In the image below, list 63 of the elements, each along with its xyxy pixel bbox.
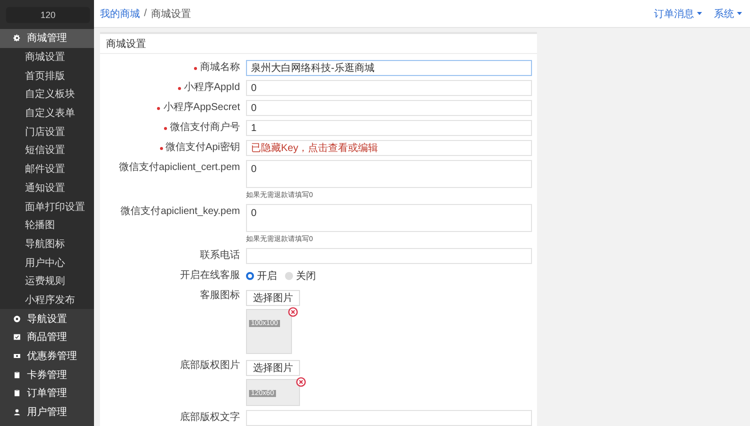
text-field[interactable]: 泉州大白网络科技-乐逛商城 [246, 60, 532, 76]
field-label: 微信支付apiclient_cert.pem [118, 162, 240, 174]
sidebar-subitem[interactable]: 商城设置 [0, 48, 94, 66]
text-area[interactable]: 0 [246, 204, 532, 232]
person-icon [13, 408, 21, 416]
checkbox-icon [13, 333, 21, 342]
field-label: 商城名称 [200, 62, 240, 74]
choose-image-button[interactable]: 选择图片 [246, 290, 300, 306]
gear-icon [13, 34, 21, 42]
text-field[interactable] [246, 248, 532, 264]
field-label: 底部版权图片 [180, 360, 240, 372]
sidebar-subitem[interactable]: 小程序发布 [0, 290, 94, 310]
text-area[interactable]: 0 [246, 160, 532, 188]
sidebar-subitem[interactable]: 运费规则 [0, 272, 94, 291]
header-menu[interactable]: 订单消息 [654, 6, 702, 20]
field-label: 联系电话 [200, 250, 240, 262]
breadcrumb-current: 商城设置 [150, 8, 191, 20]
field-label: 微信支付apiclient_key.pem [120, 206, 240, 218]
sidebar-item[interactable]: 订单管理 [0, 384, 94, 403]
sidebar-subitem[interactable]: 导航图标 [0, 234, 94, 254]
sidebar-subitem[interactable]: 用户中心 [0, 253, 94, 272]
sidebar-item[interactable]: 商城管理 [0, 29, 94, 48]
field-label: 客服图标 [200, 290, 240, 302]
sidebar-subitem[interactable]: 首页排版 [0, 66, 94, 86]
sidebar-item[interactable]: 优惠券管理 [0, 346, 94, 366]
sidebar-item[interactable]: 卡券管理 [0, 365, 94, 384]
text-field[interactable]: 0 [246, 100, 532, 116]
sidebar-subitem[interactable]: 轮播图 [0, 216, 94, 235]
sidebar-item[interactable]: 商品管理 [0, 328, 94, 347]
field-label: 开启在线客服 [180, 270, 240, 282]
header-menu[interactable]: 系统 [714, 6, 742, 20]
sidebar-item[interactable]: 用户管理 [0, 402, 94, 422]
text-field[interactable]: 0 [246, 80, 532, 96]
sidebar-subitem[interactable]: 自定义表单 [0, 104, 94, 122]
choose-image-button[interactable]: 选择图片 [246, 360, 300, 376]
sidebar-subitem[interactable]: 通知设置 [0, 178, 94, 198]
radio-option[interactable]: 关闭 [285, 269, 316, 283]
clipboard-icon [13, 389, 21, 398]
field-label: 微信支付Api密钥 [166, 142, 240, 154]
caret-icon [697, 12, 702, 15]
panel-title: 商城设置 [100, 34, 537, 54]
sidebar-subitem[interactable]: 邮件设置 [0, 160, 94, 178]
text-field[interactable]: 1 [246, 120, 532, 136]
sidebar-item[interactable]: 导航设置 [0, 309, 94, 328]
field-label: 底部版权文字 [180, 412, 240, 424]
sidebar-subitem[interactable]: 短信设置 [0, 141, 94, 160]
circle-icon [13, 314, 21, 323]
remove-icon[interactable] [296, 377, 306, 387]
field-label: 微信支付商户号 [170, 122, 240, 134]
text-field[interactable] [246, 410, 532, 426]
sidebar-subitem[interactable]: 门店设置 [0, 122, 94, 142]
remove-icon[interactable] [288, 307, 298, 317]
clipboard-icon [13, 370, 21, 379]
sidebar-subitem[interactable]: 自定义板块 [0, 85, 94, 104]
radio-option[interactable]: 开启 [246, 269, 277, 283]
secret-key-field[interactable]: 已隐藏Key，点击查看或编辑 [246, 140, 532, 156]
caret-icon [737, 12, 742, 15]
breadcrumb-link[interactable]: 我的商城 [100, 6, 140, 20]
breadcrumb-separator: / [144, 8, 147, 19]
sidebar-subitem[interactable]: 面单打印设置 [0, 197, 94, 216]
field-label: 小程序AppSecret [163, 102, 240, 114]
field-label: 小程序AppId [184, 82, 240, 94]
search-field[interactable]: 120 [6, 6, 90, 22]
